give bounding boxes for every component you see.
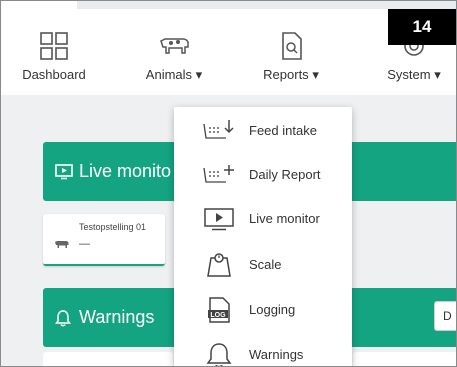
cow-icon <box>55 241 69 248</box>
menu-item-logging[interactable]: LOG Logging <box>174 288 352 332</box>
menu-item-daily-report[interactable]: Daily Report <box>174 153 352 197</box>
menu-item-feed-intake[interactable]: Feed intake <box>174 109 352 153</box>
menu-item-label: Live monitor <box>249 211 320 226</box>
bell-icon <box>55 309 71 326</box>
panel-action-button[interactable]: D <box>434 301 456 331</box>
caret-down-icon: ▾ <box>312 67 319 82</box>
menu-item-scale[interactable]: Scale <box>174 243 352 287</box>
nav-animals-label: Animals <box>145 67 193 82</box>
panel-action-label: D <box>443 309 452 323</box>
live-monitor-icon <box>204 208 234 231</box>
scale-icon <box>207 253 231 277</box>
monitor-icon <box>55 163 73 179</box>
step-badge: 14 <box>388 9 456 45</box>
device-card-title: Testopstelling 01 <box>79 222 147 232</box>
reports-dropdown-menu: Feed intake Daily Report Live monitor Sc… <box>174 107 352 366</box>
nav-animals[interactable]: Animals ▾ <box>139 31 209 83</box>
menu-item-label: Daily Report <box>249 167 321 182</box>
warnings-icon <box>206 343 232 366</box>
menu-item-live-monitor[interactable]: Live monitor <box>174 197 352 241</box>
warnings-title: Warnings <box>79 307 155 327</box>
menu-item-label: Logging <box>249 302 296 317</box>
dashboard-icon <box>40 32 68 60</box>
device-card[interactable]: Testopstelling 01 — <box>43 214 165 266</box>
top-strip <box>77 1 456 9</box>
live-monitor-title: Live monito <box>79 161 172 181</box>
caret-down-icon: ▾ <box>434 67 441 82</box>
app-window: Dashboard Animals ▾ Reports ▾ System ▾ 1… <box>0 0 457 367</box>
logging-icon: LOG <box>208 297 230 323</box>
nav-dashboard[interactable]: Dashboard <box>19 31 89 82</box>
device-card-value: — <box>79 238 90 250</box>
nav-dashboard-label: Dashboard <box>22 67 86 82</box>
list-item <box>353 352 456 366</box>
nav-reports-label: Reports <box>263 67 309 82</box>
menu-item-label: Scale <box>249 257 282 272</box>
menu-item-warnings[interactable]: Warnings <box>174 333 352 366</box>
caret-down-icon: ▾ <box>195 67 203 82</box>
nav-reports[interactable]: Reports ▾ <box>256 31 326 83</box>
menu-item-label: Warnings <box>249 347 304 362</box>
report-search-icon <box>282 32 302 60</box>
feed-intake-icon <box>203 120 234 139</box>
menu-item-label: Feed intake <box>249 123 317 138</box>
nav-system-label: System <box>387 67 431 82</box>
cow-icon <box>160 38 189 54</box>
daily-report-icon <box>203 165 234 183</box>
list-item <box>43 352 173 366</box>
logging-icon-glyph: LOG <box>210 312 226 319</box>
